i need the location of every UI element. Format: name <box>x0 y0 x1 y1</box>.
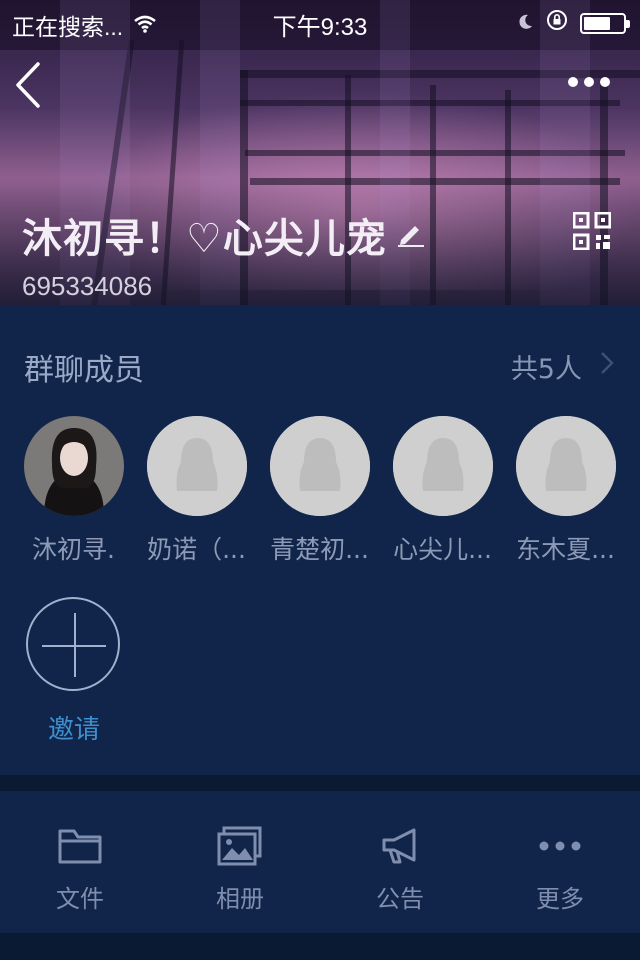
chevron-left-icon <box>16 62 40 108</box>
add-member-icon <box>26 597 120 691</box>
group-name: 沐初寻！♡心尖儿宠 <box>22 216 387 262</box>
more-button[interactable]: 更多 <box>480 791 640 933</box>
member-name: 奶诺（... <box>147 535 246 564</box>
album-label: 相册 <box>216 885 264 913</box>
more-dot <box>584 77 594 87</box>
invite-button[interactable]: 邀请 <box>26 597 122 746</box>
folder-icon <box>56 825 104 867</box>
members-count[interactable]: 共5人 <box>511 347 582 386</box>
files-label: 文件 <box>56 885 104 913</box>
group-info-screen: 正在搜索... 下午9:33 沐初寻！♡心尖儿宠 695334086 群聊成员 … <box>0 0 640 960</box>
member-name: 东木夏... <box>516 535 615 564</box>
edit-pencil-icon[interactable] <box>395 218 425 252</box>
rotation-lock-icon <box>546 9 568 37</box>
announcement-button[interactable]: 公告 <box>320 791 480 933</box>
more-label: 更多 <box>536 885 584 913</box>
default-avatar-icon <box>515 416 616 516</box>
moon-icon <box>516 10 534 37</box>
more-dot <box>568 77 578 87</box>
qr-code-icon[interactable] <box>572 211 612 251</box>
status-bar: 正在搜索... 下午9:33 <box>0 0 640 41</box>
album-button[interactable]: 相册 <box>160 791 320 933</box>
member-item[interactable]: 青楚初... <box>258 416 381 566</box>
member-name: 心尖儿... <box>393 535 492 564</box>
announcement-label: 公告 <box>376 885 424 913</box>
invite-label: 邀请 <box>47 715 100 745</box>
files-button[interactable]: 文件 <box>0 791 160 933</box>
album-icon <box>216 825 264 867</box>
group-id: 695334086 <box>22 271 153 301</box>
back-button[interactable] <box>14 60 48 110</box>
member-name: 沐初寻. <box>32 535 115 564</box>
member-item[interactable]: 奶诺（... <box>135 416 258 566</box>
battery-icon <box>580 12 630 34</box>
group-actions-bar: 文件 相册 公告 更多 <box>0 791 640 933</box>
avatar <box>23 416 124 516</box>
default-avatar-icon <box>269 416 370 516</box>
more-options-button[interactable] <box>568 70 610 94</box>
chevron-right-icon[interactable] <box>600 351 614 375</box>
member-name: 青楚初... <box>270 535 369 564</box>
group-title: 沐初寻！♡心尖儿宠 <box>22 206 425 264</box>
section-divider <box>0 775 640 791</box>
member-item[interactable]: 沐初寻. <box>12 416 135 566</box>
more-dot <box>600 77 610 87</box>
more-dots-icon <box>536 825 584 867</box>
members-title: 群聊成员 <box>24 353 144 388</box>
default-avatar-icon <box>392 416 493 516</box>
members-section: 群聊成员 共5人 沐初寻. 奶诺（... 青楚初... 心尖儿... 东木夏..… <box>0 305 640 775</box>
bottom-spacer <box>0 933 640 960</box>
member-avatar-list: 沐初寻. 奶诺（... 青楚初... 心尖儿... 东木夏... <box>0 416 640 564</box>
megaphone-icon <box>376 825 424 867</box>
member-item[interactable]: 东木夏... <box>504 416 627 566</box>
member-item[interactable]: 心尖儿... <box>381 416 504 566</box>
default-avatar-icon <box>146 416 247 516</box>
